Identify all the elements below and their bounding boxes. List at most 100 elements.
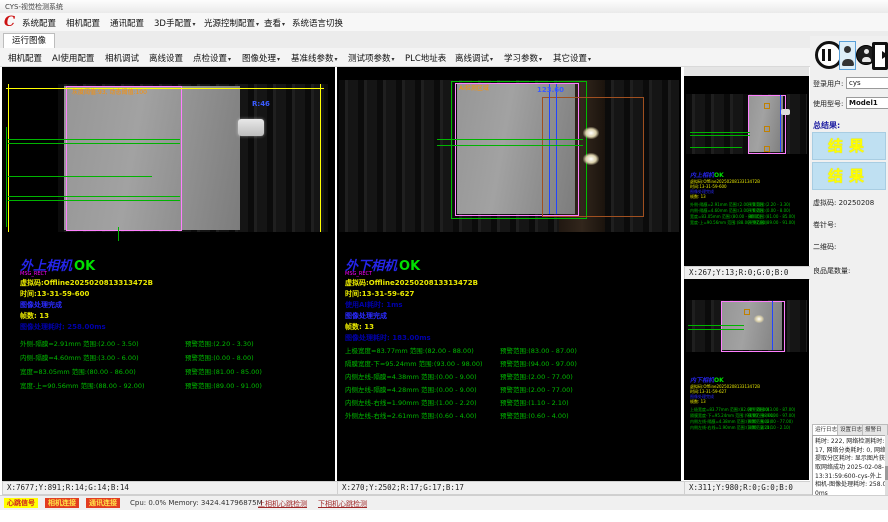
measurement-row: 内侧左线-右线=1.90mm 范围:(1.00 - 2.20) <box>345 397 477 407</box>
right-ai-region-label: AI检测区域 <box>459 83 489 92</box>
tool-baseline-params[interactable]: 基准线参数▾ <box>291 52 338 64</box>
pause-bar <box>828 49 831 61</box>
tab-run-image[interactable]: 运行图像 <box>3 33 55 48</box>
model-field[interactable]: Model1 <box>846 97 888 109</box>
chevron-down-icon: ▾ <box>392 56 395 63</box>
tool-test-params[interactable]: 测试项参数▾ <box>348 52 395 64</box>
mini1-marker <box>764 146 770 152</box>
menu-language-switch[interactable]: 系统语言切换 <box>292 17 343 29</box>
warning-range: 预警范围:(81.00 - 85.00) <box>185 366 262 376</box>
mini2-line <box>688 325 744 326</box>
menu-3d-hand-config[interactable]: 3D手配置▾ <box>154 17 195 29</box>
chevron-down-icon: ▾ <box>490 56 493 63</box>
left-ref-line-v1 <box>8 84 9 232</box>
tool-plc-address[interactable]: PLC地址表 <box>405 52 446 64</box>
left-measure-line <box>8 143 180 144</box>
measurement-row: 宽度-上=90.56mm 范围:(88.00 - 92.00) <box>20 380 145 390</box>
mini1-line <box>690 135 750 136</box>
left-time: 时间:13-31-59-600 <box>20 289 89 299</box>
right-bright-spot <box>583 153 599 165</box>
upper-camera-heartbeat-link[interactable]: 上相机心跳检测 <box>258 499 307 509</box>
mini2-marker <box>744 309 750 315</box>
comm-connect-badge: 通讯连接 <box>86 498 120 508</box>
mini1-line-text: 帧数: 13 <box>690 194 706 200</box>
window-title: CYS-视觉检测系统 <box>5 2 63 12</box>
right-ai-elapsed: 使用AI耗时: 1ms <box>345 300 403 310</box>
tool-spot-check[interactable]: 点检设置▾ <box>193 52 231 64</box>
left-threshold-label: 灰度阈值:93, 动态阈值:100 <box>72 87 147 96</box>
left-measure-line <box>8 200 180 201</box>
measurement-row: 内侧左线-隔膜=4.28mm 范围:(0.00 - 9.00) <box>345 384 477 394</box>
virtual-code-value: 虚拟码: 20250208 <box>813 198 874 208</box>
menu-bar: C 系统配置 相机配置 通讯配置 3D手配置▾ 光源控制配置▾ 查看▾ 系统语言… <box>0 13 888 32</box>
menu-comm-config[interactable]: 通讯配置 <box>110 17 144 29</box>
tool-camera-debug[interactable]: 相机调试 <box>105 52 139 64</box>
status-bar: 心跳信号 相机连接 通讯连接 Cpu: 0.0% Memory: 3424.41… <box>0 495 888 510</box>
left-ref-line-v2 <box>320 84 321 232</box>
mini2-line-text: 帧数: 13 <box>690 399 706 405</box>
menu-view[interactable]: 查看▾ <box>264 17 285 29</box>
right-time: 时间:13-31-59-627 <box>345 289 414 299</box>
tool-offline-debug[interactable]: 离线调试▾ <box>455 52 493 64</box>
mini2-roi-rect <box>721 301 785 352</box>
tool-offline-setting[interactable]: 离线设置 <box>149 52 183 64</box>
right-measure-line <box>437 145 583 146</box>
right-cursor-status: X:270;Y:2502;R:17;G:17;B:17 <box>337 481 685 495</box>
chevron-down-icon: ▾ <box>277 56 280 63</box>
login-user-field[interactable]: cys <box>846 77 888 89</box>
mini-camera-view-1[interactable]: 内上相机OK 虚拟码:Offline2025020813313472B 时间:1… <box>684 76 809 266</box>
left-roi-rect <box>66 86 182 231</box>
user-icon <box>840 42 855 69</box>
chevron-down-icon: ▾ <box>228 56 231 63</box>
cpu-memory-status: Cpu: 0.0% Memory: 3424.41796875M <box>130 499 263 507</box>
left-camera-view[interactable]: 灰度阈值:93, 动态阈值:100 R:46 外上相机OK MSG_RECT 虚… <box>2 67 335 481</box>
qr-code-label: 二维码: <box>813 242 836 252</box>
mini2-title: 内下相机OK <box>690 375 724 384</box>
tool-image-process[interactable]: 图像处理▾ <box>242 52 280 64</box>
login-user-label: 登录用户: <box>813 79 843 89</box>
measurement-row: 外侧左线-右线=2.61mm 范围:(0.60 - 4.00) <box>345 410 477 420</box>
ok-badge: OK <box>399 259 420 274</box>
measurement-row: 外侧-隔膜=2.91mm 范围:(2.00 - 3.50) <box>20 338 139 348</box>
left-elapsed: 图像处理耗时: 258.00ms <box>20 322 106 332</box>
chevron-down-icon: ▾ <box>256 21 259 28</box>
pin-number-label: 卷针号: <box>813 220 836 230</box>
right-camera-view[interactable]: AI检测区域 123.60 外下相机OK MSG_RECT 虚拟码:Offlin… <box>337 67 681 481</box>
mini1-marker <box>764 103 770 109</box>
tool-other-settings[interactable]: 其它设置▾ <box>553 52 591 64</box>
tool-camera-config[interactable]: 相机配置 <box>8 52 42 64</box>
chevron-down-icon: ▾ <box>335 56 338 63</box>
mini1-line <box>690 132 750 133</box>
mini-camera-view-2[interactable]: 内下相机OK 虚拟码:Offline2025020813313472B 时间:1… <box>684 279 809 480</box>
left-measure-line <box>8 196 180 197</box>
left-ref-line-h <box>6 88 324 89</box>
left-measure-line <box>8 176 152 177</box>
mini1-row: 预警范围:(89.00 - 91.00) <box>748 220 795 226</box>
result-box-2: 结果 <box>812 162 886 190</box>
left-virtual-code: 虚拟码:Offline2025020813313472B <box>20 278 153 288</box>
warning-range: 预警范围:(2.00 - 77.00) <box>500 371 573 381</box>
menu-system-config[interactable]: 系统配置 <box>22 17 56 29</box>
right-mark-label: 123.60 <box>537 86 564 94</box>
warning-range: 预警范围:(0.60 - 4.00) <box>500 410 569 420</box>
left-cursor-status: X:7677;Y:891;R:14;G:14;B:14 <box>2 481 339 495</box>
measurement-row: 隔膜宽度-下=95.24mm 范围:(93.00 - 98.00) <box>345 358 483 368</box>
mini1-image[interactable] <box>686 94 807 154</box>
right-blue-line <box>556 84 557 214</box>
window-titlebar: CYS-视觉检测系统 <box>0 0 888 14</box>
log-textarea[interactable]: 耗时: 222, 网络检测耗时: 17, 网络分类耗时: 0, 网络提取分区耗时… <box>812 435 888 501</box>
menu-camera-config[interactable]: 相机配置 <box>66 17 100 29</box>
tool-ai-use-config[interactable]: AI使用配置 <box>52 52 94 64</box>
lower-camera-heartbeat-link[interactable]: 下相机心跳检测 <box>318 499 367 509</box>
mini1-title: 内上相机OK <box>690 170 724 179</box>
exit-button[interactable] <box>871 41 887 68</box>
user-button[interactable] <box>839 41 856 70</box>
menu-light-control[interactable]: 光源控制配置▾ <box>204 17 259 29</box>
mini1-cursor-status: X:267;Y:13;R:0;G:0;B:0 <box>684 266 813 280</box>
mini2-cursor-status: X:311;Y:980;R:0;G:0;B:0 <box>684 481 813 495</box>
warning-range: 预警范围:(2.20 - 3.30) <box>185 338 254 348</box>
tool-learn-params[interactable]: 学习参数▾ <box>504 52 542 64</box>
measurement-row: 内侧-隔膜=4.60mm 范围:(3.00 - 6.00) <box>20 352 139 362</box>
mini1-line <box>690 147 742 148</box>
left-measure-tick <box>118 227 119 241</box>
